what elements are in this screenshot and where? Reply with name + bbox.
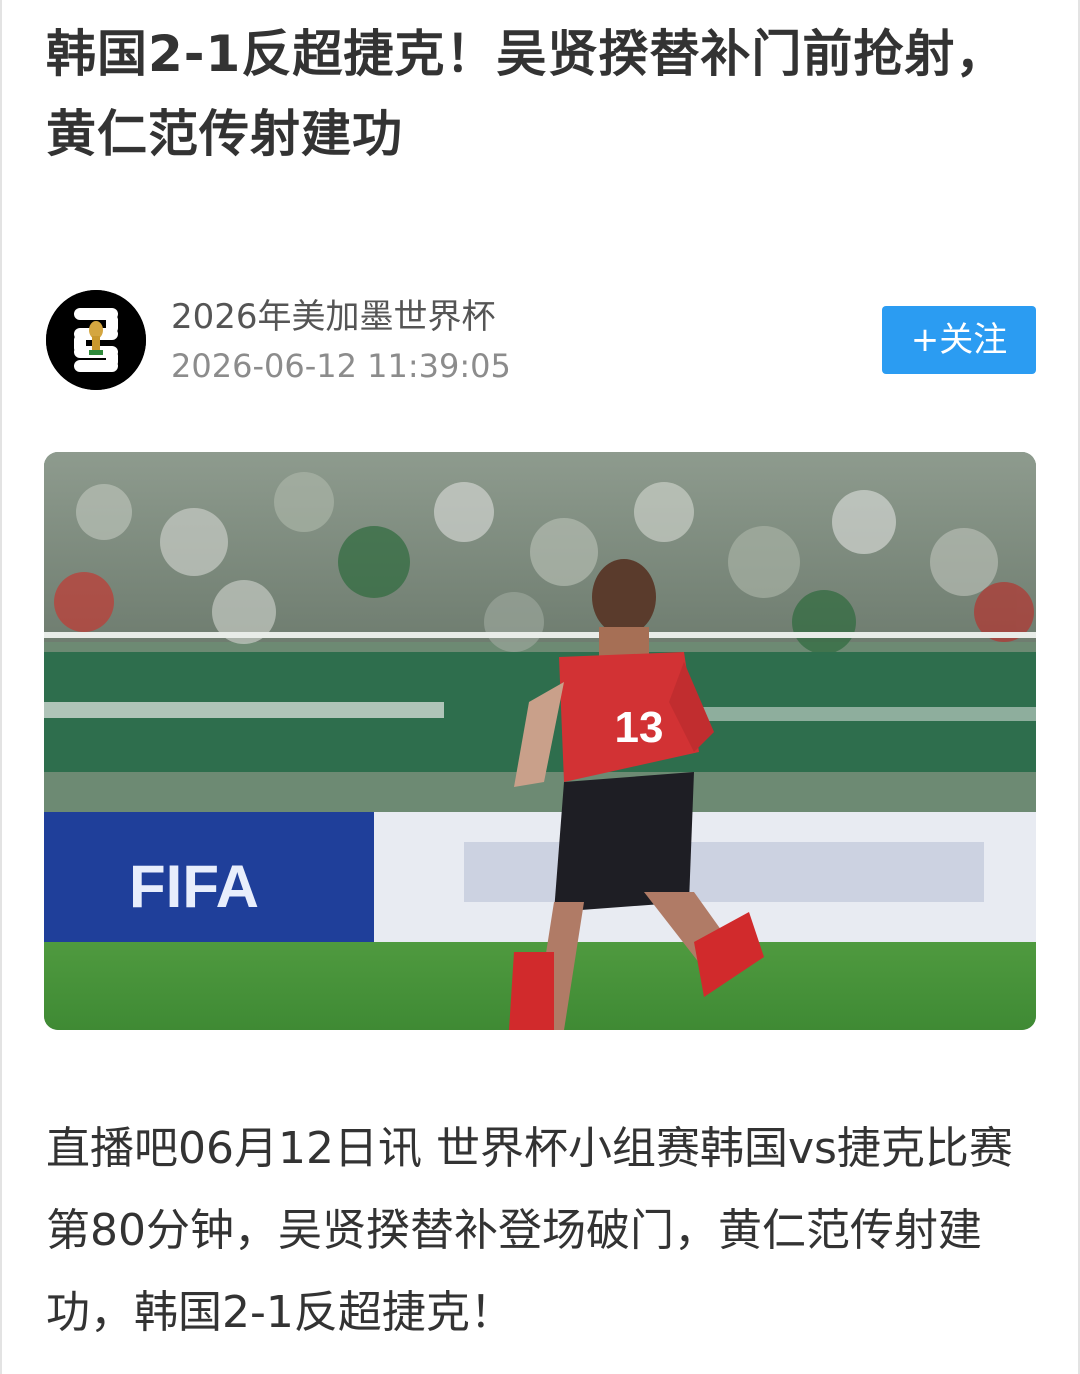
jersey-number: 13 [615,703,664,752]
photo-scene: FIFA 13 [44,452,1036,1030]
board-fifa-text: FIFA [129,853,259,920]
article-photo[interactable]: FIFA 13 [44,452,1036,1030]
follow-button[interactable]: +关注 [882,306,1036,374]
article-body: 直播吧06月12日讯 世界杯小组赛韩国vs捷克比赛第80分钟，吴贤揆替补登场破门… [46,1123,1013,1338]
page-left-border [0,0,2,1374]
article-title: 韩国2-1反超捷克！吴贤揆替补门前抢射，黄仁范传射建功 [46,25,1007,163]
author-row: FIFA 2026年美加墨世界杯 2026-06-12 11:39:05 +关注 [46,290,1036,390]
fifa-text: FIFA [87,373,105,382]
post-timestamp: 2026-06-12 11:39:05 [171,347,511,385]
fifa-world-cup-2026-logo-icon: FIFA [46,290,146,390]
author-avatar[interactable]: FIFA [46,290,146,390]
author-name[interactable]: 2026年美加墨世界杯 [171,296,496,338]
